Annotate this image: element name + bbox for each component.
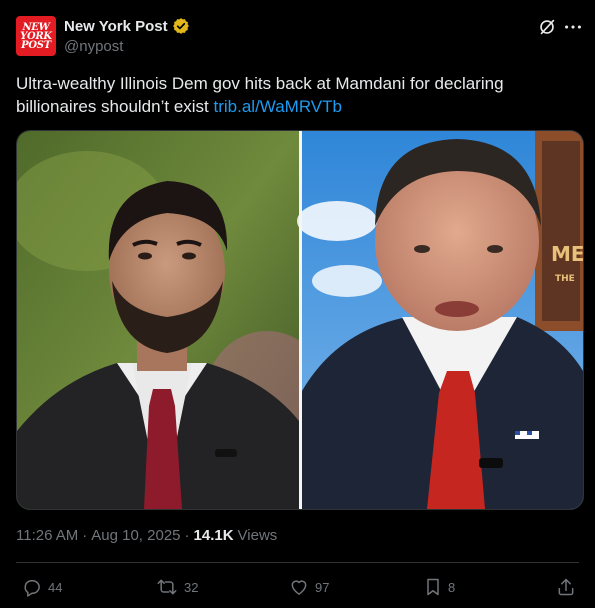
- tweet: NEW YORK POST New York Post @nypost Ultr…: [0, 0, 595, 608]
- tweet-text: Ultra-wealthy Illinois Dem gov hits back…: [16, 72, 576, 118]
- views-count: 14.1K: [193, 527, 234, 544]
- repost-button[interactable]: 32: [156, 577, 198, 597]
- meta-separator: ·: [82, 527, 88, 544]
- tweet-image[interactable]: ME THE: [16, 130, 584, 510]
- repost-count: 32: [184, 579, 199, 595]
- reply-button[interactable]: 44: [22, 577, 62, 597]
- avatar[interactable]: NEW YORK POST: [16, 16, 56, 56]
- tweet-date[interactable]: Aug 10, 2025: [91, 527, 180, 544]
- verified-badge-icon: [172, 17, 190, 35]
- background-sign-text: ME: [551, 242, 583, 266]
- tweet-image-graphic: ME THE: [17, 131, 583, 509]
- share-button[interactable]: [556, 577, 576, 597]
- share-icon: [556, 577, 576, 597]
- repost-icon: [156, 577, 178, 597]
- like-button[interactable]: 97: [289, 577, 329, 597]
- tweet-meta: 11:26 AM · Aug 10, 2025 · 14.1K Views: [16, 527, 277, 544]
- more-dots-icon[interactable]: [562, 16, 584, 38]
- handle[interactable]: @nypost: [64, 38, 123, 55]
- display-name[interactable]: New York Post: [64, 18, 168, 35]
- background-sign-text: THE: [555, 274, 575, 284]
- bookmark-button[interactable]: 8: [424, 577, 455, 597]
- reply-icon: [22, 577, 42, 597]
- bookmark-icon: [424, 577, 442, 597]
- bookmark-count: 8: [448, 579, 456, 595]
- divider: [16, 562, 579, 563]
- views-label: Views: [237, 527, 278, 544]
- grok-icon[interactable]: [536, 16, 558, 38]
- like-count: 97: [315, 579, 330, 595]
- tweet-link[interactable]: trib.al/WaMRVTb: [214, 97, 342, 116]
- avatar-logo-line: POST: [21, 39, 51, 51]
- author-name-row[interactable]: New York Post: [64, 17, 190, 35]
- meta-separator: ·: [184, 527, 190, 544]
- heart-icon: [289, 577, 309, 597]
- tweet-time[interactable]: 11:26 AM: [16, 527, 78, 544]
- reply-count: 44: [48, 579, 63, 595]
